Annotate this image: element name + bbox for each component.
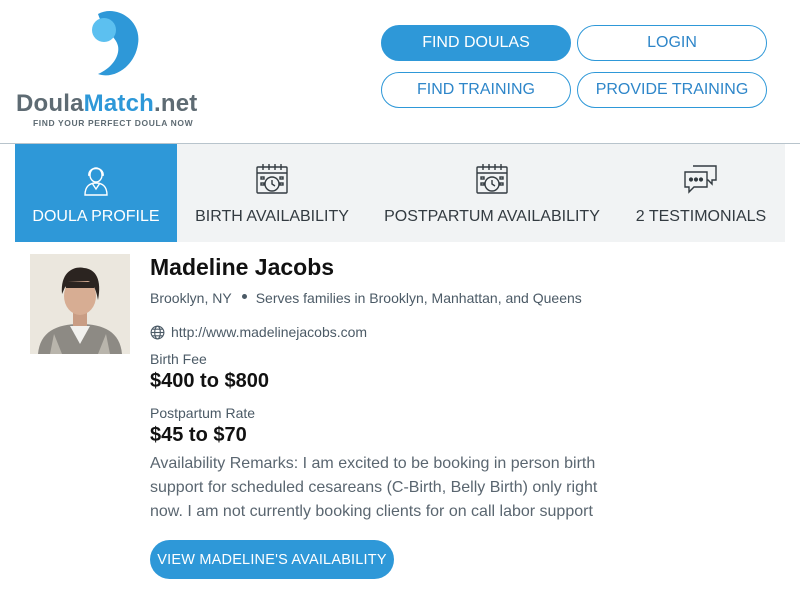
postpartum-rate-value: $45 to $70 xyxy=(150,424,247,446)
birth-fee-label: Birth Fee xyxy=(150,351,207,367)
website-link[interactable]: http://www.madelinejacobs.com xyxy=(171,324,367,340)
service-area: Serves families in Brooklyn, Manhattan, … xyxy=(255,290,582,306)
birth-fee-value: $400 to $800 xyxy=(150,370,269,392)
profile-tabs: DOULA PROFILE BIRTH AVAILABILITY POSTPAR… xyxy=(15,144,785,242)
calendar-clock-icon xyxy=(255,162,289,196)
tab-doula-profile[interactable]: DOULA PROFILE xyxy=(15,144,177,242)
tab-label: POSTPARTUM AVAILABILITY xyxy=(384,208,600,225)
availability-remarks: Availability Remarks: I am excited to be… xyxy=(150,455,598,520)
tab-label: BIRTH AVAILABILITY xyxy=(195,208,349,225)
site-header: DoulaMatch.net FIND YOUR PERFECT DOULA N… xyxy=(0,0,800,144)
globe-icon xyxy=(150,325,165,340)
tab-label: 2 TESTIMONIALS xyxy=(635,208,767,225)
postpartum-rate-label: Postpartum Rate xyxy=(150,405,256,421)
login-button[interactable]: LOGIN xyxy=(577,25,767,61)
chat-bubbles-icon xyxy=(683,162,719,196)
provide-training-button[interactable]: PROVIDE TRAINING xyxy=(577,72,767,108)
view-availability-button[interactable]: VIEW MADELINE'S AVAILABILITY xyxy=(150,540,394,579)
logo-wordmark: DoulaMatch.net xyxy=(16,90,198,117)
doula-name: Madeline Jacobs xyxy=(150,254,335,280)
website-row: http://www.madelinejacobs.com xyxy=(150,324,367,340)
site-logo[interactable]: DoulaMatch.net FIND YOUR PERFECT DOULA N… xyxy=(14,10,224,135)
tab-testimonials[interactable]: 2 TESTIMONIALS xyxy=(617,144,785,242)
calendar-clock-icon xyxy=(475,162,509,196)
doula-city: Brooklyn, NY xyxy=(150,290,232,306)
find-training-button[interactable]: FIND TRAINING xyxy=(381,72,571,108)
location-row: Brooklyn, NY Serves families in Brooklyn… xyxy=(150,290,582,306)
doula-photo xyxy=(30,254,130,354)
tab-birth-availability[interactable]: BIRTH AVAILABILITY xyxy=(177,144,367,242)
tab-postpartum-availability[interactable]: POSTPARTUM AVAILABILITY xyxy=(367,144,617,242)
tab-label: DOULA PROFILE xyxy=(32,208,160,225)
find-doulas-button[interactable]: FIND DOULAS xyxy=(381,25,571,61)
logo-tagline: FIND YOUR PERFECT DOULA NOW xyxy=(33,118,194,128)
separator-dot xyxy=(241,293,247,299)
person-icon xyxy=(82,162,110,196)
logo-drop-icon xyxy=(92,10,139,76)
